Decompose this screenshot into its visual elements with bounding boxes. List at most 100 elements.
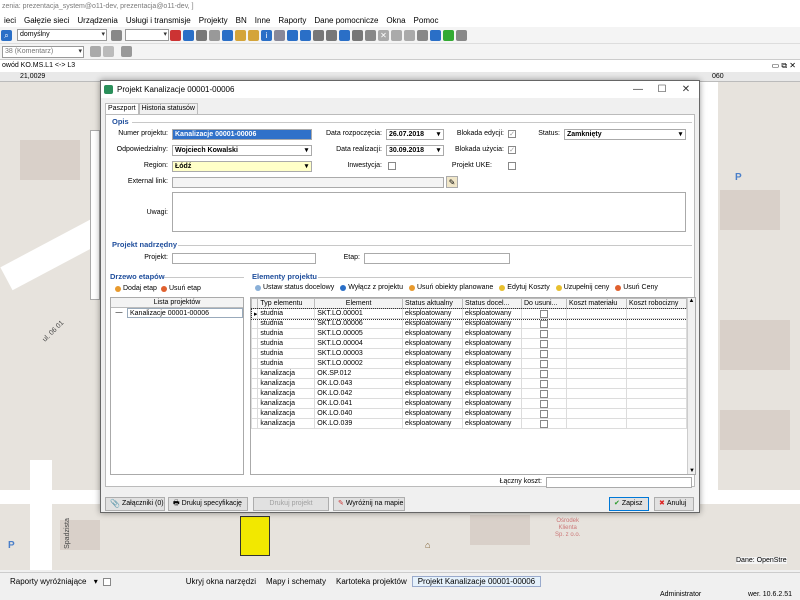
do-usuniecia-checkbox[interactable] xyxy=(539,319,548,328)
do-usuniecia-checkbox[interactable] xyxy=(539,329,548,338)
node-icon[interactable] xyxy=(352,29,363,41)
hide-tools-tab[interactable]: Ukryj okna narzędzi xyxy=(181,577,261,586)
cell-do-usuniecia[interactable] xyxy=(520,408,567,419)
globe-icon[interactable] xyxy=(443,29,454,41)
table-row[interactable]: studnia SKT.LO.00006 eksploatowany eksploat… xyxy=(251,318,688,329)
scale-combo[interactable] xyxy=(125,29,169,41)
numer-projektu-input[interactable]: Kanalizacje 00001-00006 xyxy=(172,129,312,140)
menu-item[interactable]: ieci xyxy=(0,16,20,25)
cell-do-usuniecia[interactable] xyxy=(520,338,567,349)
measure-icon[interactable] xyxy=(274,29,285,41)
zoom-out-icon[interactable] xyxy=(300,29,311,41)
do-usuniecia-checkbox[interactable] xyxy=(539,369,548,378)
cell-do-usuniecia[interactable] xyxy=(520,348,567,359)
link-icon[interactable] xyxy=(121,46,132,57)
projekt-uke-checkbox[interactable] xyxy=(508,162,516,170)
table-row[interactable]: kanalizacja OK.LO.041 eksploatowany eksploa… xyxy=(251,398,688,409)
split-icon[interactable] xyxy=(417,29,428,41)
do-usuniecia-checkbox[interactable] xyxy=(539,399,548,408)
ustaw-status-button[interactable]: Ustaw status docelowy xyxy=(252,284,337,291)
minimize-button[interactable]: — xyxy=(626,81,650,98)
move-icon[interactable] xyxy=(365,29,376,41)
do-usuniecia-checkbox[interactable] xyxy=(539,389,548,398)
do-usuniecia-checkbox[interactable] xyxy=(539,309,548,318)
edit-link-icon[interactable]: ✎ xyxy=(446,176,458,188)
inwestycja-checkbox[interactable] xyxy=(388,162,396,170)
drukuj-specyfikacje-button[interactable]: 🖶 Drukuj specyfikację xyxy=(168,497,248,511)
route-icon[interactable] xyxy=(430,29,441,41)
odpowiedzialny-select[interactable]: Wojciech Kowalski ▾ xyxy=(172,145,312,156)
close-button[interactable]: ✕ xyxy=(674,81,698,98)
pencil-icon[interactable] xyxy=(90,46,101,57)
cell-do-usuniecia[interactable] xyxy=(520,368,567,379)
wylacz-button[interactable]: Wyłącz z projektu xyxy=(337,284,406,291)
table-row[interactable]: kanalizacja OK.LO.043 eksploatowany eksploa… xyxy=(251,378,688,389)
print-icon[interactable] xyxy=(196,29,207,41)
refresh-icon[interactable] xyxy=(339,29,350,41)
data-rozpoczecia-input[interactable]: 26.07.2018 ▾ xyxy=(386,129,444,140)
map-window-controls[interactable]: ▭ ⧉ ✕ xyxy=(760,60,800,72)
menu-item[interactable]: Inne xyxy=(251,16,275,25)
dialog-titlebar[interactable]: Projekt Kanalizacje 00001-00006 xyxy=(101,81,699,98)
col-status[interactable]: Status aktualny xyxy=(402,298,464,309)
laczny-koszt-input[interactable] xyxy=(546,477,692,488)
camera-icon[interactable] xyxy=(404,29,415,41)
highlighted-object[interactable] xyxy=(240,516,270,556)
grid-icon[interactable] xyxy=(111,29,122,41)
region-select[interactable]: Łódź ▾ xyxy=(172,161,312,172)
reports-checkbox[interactable] xyxy=(102,577,111,586)
table-row[interactable]: ▸ studnia SKT.LO.00001 eksploatowany eksploa… xyxy=(251,307,688,320)
col-docelowy[interactable]: Status docel... xyxy=(462,298,522,309)
menu-item[interactable]: Urządzenia xyxy=(73,16,121,25)
col-typ[interactable]: Typ elementu xyxy=(257,298,316,309)
delete-icon[interactable]: ✕ xyxy=(378,29,389,41)
tree-expander[interactable]: — xyxy=(111,308,127,318)
menu-item[interactable]: Okna xyxy=(382,16,409,25)
do-usuniecia-checkbox[interactable] xyxy=(539,339,548,348)
etap-input[interactable] xyxy=(364,253,510,264)
search-icon[interactable]: ⌕ xyxy=(1,29,12,41)
table-icon[interactable] xyxy=(222,29,233,41)
tree-item[interactable]: — Kanalizacje 00001-00006 xyxy=(111,308,243,318)
col-do-usuniecia[interactable]: Do usuni... xyxy=(520,298,567,309)
drukuj-projekt-button[interactable]: Drukuj projekt xyxy=(253,497,329,511)
table-row[interactable]: kanalizacja OK.SP.012 eksploatowany eksploa… xyxy=(251,368,688,379)
usun-planowane-button[interactable]: Usuń obiekty planowane xyxy=(406,284,496,291)
uwagi-textarea[interactable] xyxy=(172,192,686,232)
do-usuniecia-checkbox[interactable] xyxy=(539,359,548,368)
usun-etap-button[interactable]: Usuń etap xyxy=(158,285,204,292)
col-koszt-materialu[interactable]: Koszt materiału xyxy=(565,298,627,309)
usun-ceny-button[interactable]: Usuń Ceny xyxy=(612,284,661,291)
do-usuniecia-checkbox[interactable] xyxy=(539,409,548,418)
table-row[interactable]: studnia SKT.LO.00003 eksploatowany eksploat… xyxy=(251,348,688,359)
line-icon[interactable] xyxy=(103,46,114,57)
menu-item[interactable]: Raporty xyxy=(274,16,310,25)
menu-item[interactable]: Usługi i transmisje xyxy=(122,16,195,25)
edytuj-koszty-button[interactable]: Edytuj Koszty xyxy=(496,284,552,291)
col-koszt-robocizny[interactable]: Koszt robocizny xyxy=(625,298,688,309)
layer-combo[interactable]: 38 (Komentarz) xyxy=(2,45,84,58)
info-icon[interactable]: i xyxy=(261,29,272,41)
table-row[interactable]: studnia SKT.LO.00005 eksploatowany eksploat… xyxy=(251,328,688,339)
pan-icon[interactable] xyxy=(248,29,259,41)
table-row[interactable]: kanalizacja OK.LO.040 eksploatowany eksploa… xyxy=(251,408,688,419)
wyroznij-button[interactable]: ✎ Wyróżnij na mapie xyxy=(333,497,405,511)
layers-icon[interactable] xyxy=(183,29,194,41)
project-window-tab[interactable]: Projekt Kanalizacje 00001-00006 xyxy=(411,576,542,587)
cell-do-usuniecia[interactable] xyxy=(520,308,567,319)
anuluj-button[interactable]: ✖ Anuluj xyxy=(654,497,694,511)
table-row[interactable]: studnia SKT.LO.00004 eksploatowany eksploat… xyxy=(251,338,688,349)
uzupelnij-ceny-button[interactable]: Uzupełnij ceny xyxy=(553,284,613,291)
status-select[interactable]: Zamknięty ▾ xyxy=(564,129,686,140)
cell-do-usuniecia[interactable] xyxy=(520,388,567,399)
table-row[interactable]: studnia SKT.LO.00002 eksploatowany eksploat… xyxy=(251,358,688,369)
do-usuniecia-checkbox[interactable] xyxy=(539,419,548,428)
save-icon[interactable] xyxy=(209,29,220,41)
stop-icon[interactable] xyxy=(170,29,181,41)
settings-icon[interactable] xyxy=(456,29,467,41)
cell-do-usuniecia[interactable] xyxy=(520,318,567,329)
table-row[interactable]: kanalizacja OK.LO.039 eksploatowany eksploa… xyxy=(251,418,688,429)
blokada-uzycia-checkbox[interactable]: ✓ xyxy=(508,146,516,154)
grid-scrollbar[interactable]: ▲ ▼ xyxy=(687,298,695,474)
menu-item[interactable]: BN xyxy=(232,16,251,25)
